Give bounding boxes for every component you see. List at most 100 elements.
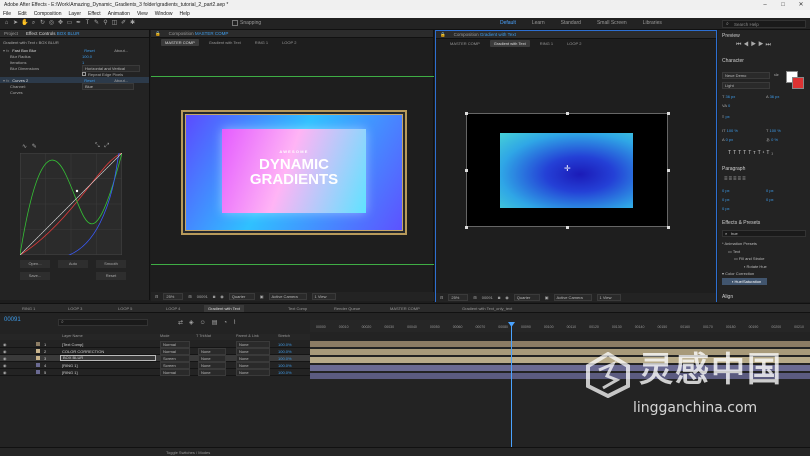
expand-chevron-icon[interactable]: ▾ fx	[3, 78, 9, 83]
layer-mode-dropdown[interactable]: Normal	[160, 347, 190, 355]
transform-handle[interactable]	[566, 226, 569, 229]
layer-stretch[interactable]: 100.0%	[278, 342, 292, 347]
motion-blur-icon[interactable]: ◔	[223, 320, 233, 326]
first-line-field[interactable]: 0 px	[722, 206, 730, 211]
layer-parent-dropdown[interactable]: None	[236, 340, 270, 348]
layer-duration-bar[interactable]	[310, 357, 810, 363]
subtab-gradient-with-text[interactable]: Gradient with Text	[489, 39, 530, 47]
transform-handle[interactable]	[667, 169, 670, 172]
zoom-dropdown[interactable]: 25%	[163, 293, 184, 300]
layer-stretch[interactable]: 100.0%	[278, 363, 292, 368]
layer-name-editing[interactable]: BOX BLUR	[60, 355, 156, 361]
transform-handle[interactable]	[465, 112, 468, 115]
space-after-field[interactable]: 0 px	[766, 197, 774, 202]
comp-right-tab[interactable]: Composition Gradient with Text	[454, 32, 516, 37]
magnification-icon[interactable]: ⊟	[155, 294, 158, 299]
curves-graph[interactable]	[20, 153, 122, 255]
rotate-tool-icon[interactable]: ↻	[39, 20, 46, 27]
menu-window[interactable]: Window	[155, 11, 173, 17]
camera-tool-icon[interactable]: ◎	[48, 20, 55, 27]
label-color-swatch[interactable]	[36, 342, 40, 346]
views-dropdown[interactable]: 1 View	[596, 294, 621, 301]
prev-frame-icon[interactable]: ◀	[743, 42, 750, 48]
maximize-button[interactable]: □	[774, 1, 792, 9]
subtab-master-comp[interactable]: MASTER COMP	[161, 38, 199, 46]
timeline-tab-active[interactable]: Gradient with Text	[204, 304, 244, 312]
close-button[interactable]: ✕	[792, 1, 810, 9]
zoom-dropdown[interactable]: 25%	[448, 294, 469, 301]
lock-icon[interactable]: 🔒	[440, 32, 446, 38]
indent-left-field[interactable]: 0 px	[722, 188, 730, 193]
subtab-gradient-with-text[interactable]: Gradient with Text	[205, 39, 245, 46]
vertical-scale-field[interactable]: IT 100 %	[722, 128, 738, 133]
layer-mode-dropdown[interactable]: Screen	[160, 361, 190, 369]
layer-row[interactable]: ◉ 5 [RING 1] Normal None None 100.0%	[0, 368, 310, 376]
layer-duration-bar[interactable]	[310, 341, 810, 347]
snapping-checkbox[interactable]	[232, 20, 238, 26]
prop-value[interactable]: 100.0	[82, 54, 92, 59]
toggle-switches-modes[interactable]: Toggle Switches / Modes	[166, 450, 210, 455]
transform-handle[interactable]	[465, 226, 468, 229]
roi-icon[interactable]: ▣	[260, 294, 264, 299]
visibility-eye-icon[interactable]: ◉	[3, 370, 7, 375]
fast-box-blur-row[interactable]: ▾ fx Fast Box Blur Reset About...	[0, 47, 149, 53]
rectangle-tool-icon[interactable]: ▭	[66, 20, 73, 27]
menu-edit[interactable]: Edit	[18, 11, 27, 17]
playhead[interactable]	[511, 322, 512, 450]
visibility-eye-icon[interactable]: ◉	[3, 349, 7, 354]
indent-right-field[interactable]: 0 px	[766, 188, 774, 193]
label-color-swatch[interactable]	[36, 356, 40, 360]
layer-parent-dropdown[interactable]: None	[236, 368, 270, 376]
snapshot-icon[interactable]: ◙	[498, 295, 500, 300]
stroke-width-field[interactable]: ≡ px	[722, 114, 730, 119]
timeline-tab[interactable]: LOOP 3	[68, 306, 82, 311]
clone-stamp-icon[interactable]: ⚲	[102, 20, 109, 27]
tree-item-animation-presets[interactable]: * Animation Presets	[722, 240, 767, 248]
timeline-tab[interactable]: MASTER COMP	[390, 306, 420, 311]
workspace-default[interactable]: Default	[500, 20, 516, 26]
curves-save-button[interactable]: Save...	[20, 272, 50, 280]
effects-search-input[interactable]: ⌕ hue	[722, 230, 806, 237]
visibility-eye-icon[interactable]: ◉	[3, 356, 7, 361]
layer-duration-bar[interactable]	[310, 349, 810, 355]
eyedropper-icon[interactable]: ✑	[774, 72, 779, 79]
transform-handle[interactable]	[566, 112, 569, 115]
channel-dropdown[interactable]: Blue	[82, 82, 134, 90]
expand-chevron-icon[interactable]: ▾ fx	[3, 48, 9, 53]
resolution-dropdown[interactable]: Quarter	[513, 294, 540, 301]
tab-project[interactable]: Project	[4, 31, 18, 36]
resolution-dropdown[interactable]: Quarter	[228, 293, 255, 300]
layer-trkmat-dropdown[interactable]: None	[198, 368, 226, 376]
comp-canvas[interactable]: AWESOME DYNAMIC GRADIENTS	[181, 110, 407, 235]
menu-layer[interactable]: Layer	[68, 11, 81, 17]
menu-view[interactable]: View	[137, 11, 148, 17]
blur-dimensions-dropdown[interactable]: Horizontal and Vertical	[82, 64, 140, 72]
bezier-curve-icon[interactable]: ∿	[22, 144, 27, 150]
layer-stretch[interactable]: 100.0%	[278, 349, 292, 354]
minimize-button[interactable]: –	[756, 1, 774, 9]
timeline-tab[interactable]: Text Comp	[288, 306, 307, 311]
pan-behind-icon[interactable]: ✥	[57, 20, 64, 27]
search-help-box[interactable]: ⌕ Search Help	[722, 20, 806, 28]
curves-open-button[interactable]: Open...	[20, 260, 50, 268]
layer-parent-dropdown[interactable]: None	[236, 361, 270, 369]
justify-all-icon[interactable]: ≡	[742, 176, 747, 182]
label-color-swatch[interactable]	[36, 363, 40, 367]
grid-icon[interactable]: ⊞	[188, 294, 191, 299]
subtab-loop-2[interactable]: LOOP 2	[563, 40, 585, 47]
grid-icon[interactable]: ⊞	[473, 295, 476, 300]
small-graph-icon[interactable]: ⤡	[95, 143, 100, 149]
label-color-swatch[interactable]	[36, 349, 40, 353]
timeline-tab[interactable]: LOOP 4	[166, 306, 180, 311]
leading-field[interactable]: A 36 px	[766, 94, 779, 99]
lock-icon[interactable]: 🔒	[155, 31, 161, 37]
current-time[interactable]: 00091	[197, 294, 208, 299]
anchor-point-icon[interactable]: ✛	[564, 164, 571, 173]
menu-effect[interactable]: Effect	[88, 11, 101, 17]
layer-mode-dropdown[interactable]: Normal	[160, 368, 190, 376]
hand-tool-icon[interactable]: ✋	[21, 20, 28, 27]
puppet-pin-icon[interactable]: ✱	[129, 20, 136, 27]
timeline-tab[interactable]: Gradient with Text_only_text	[462, 306, 512, 311]
color-channel-icon[interactable]: ◉	[220, 294, 224, 299]
type-tool-icon[interactable]: T	[84, 20, 91, 27]
